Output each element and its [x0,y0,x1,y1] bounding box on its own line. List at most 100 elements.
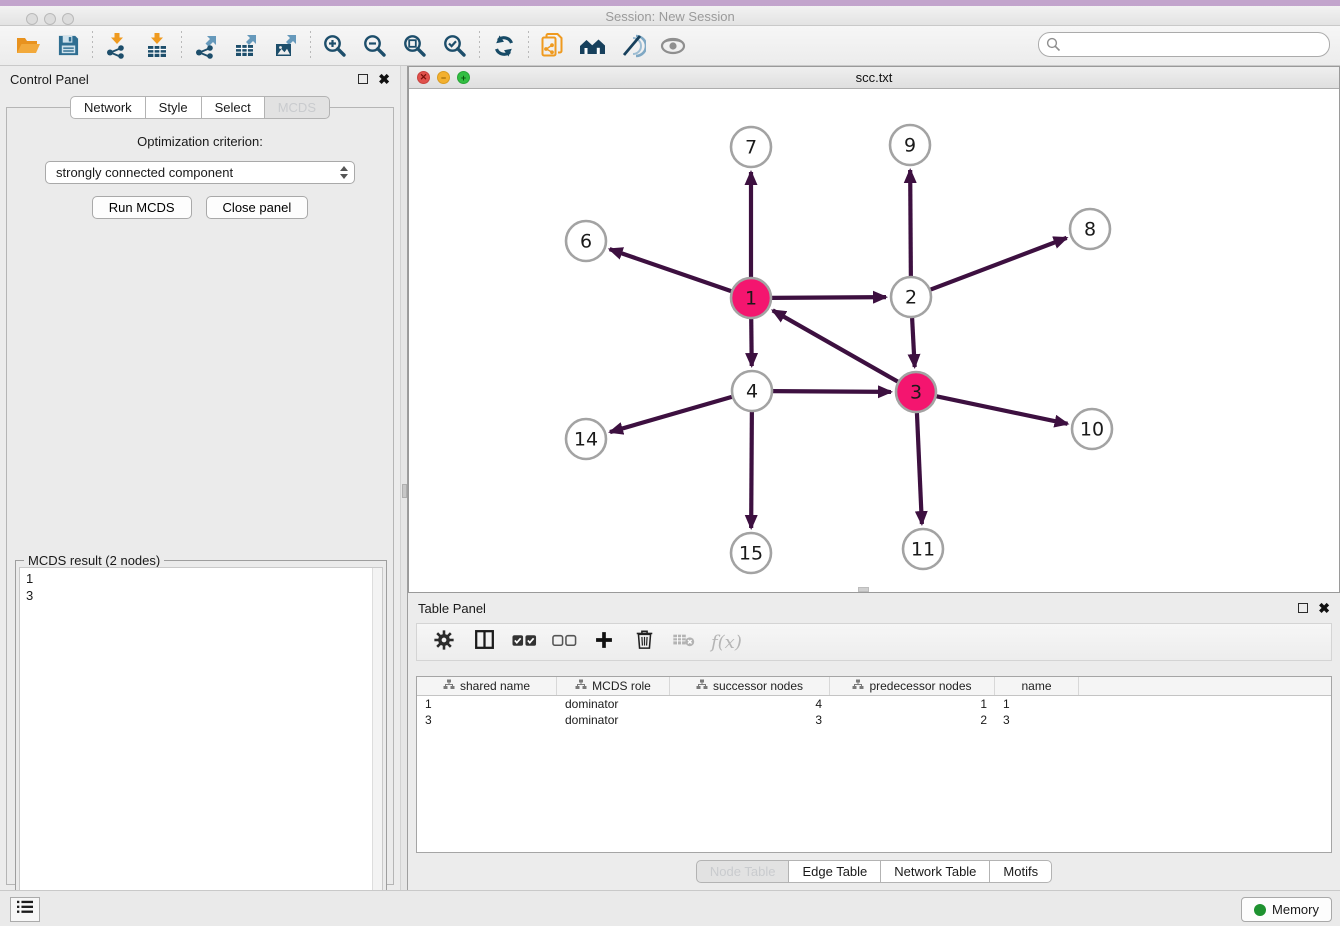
tab-network[interactable]: Network [70,96,146,119]
network-canvas[interactable]: 7968124314101511 [409,89,1339,592]
home-view-button[interactable] [573,29,613,63]
export-network-button[interactable] [186,29,226,63]
mcds-result-group: MCDS result (2 nodes) 1 3 [15,560,387,926]
table-cell[interactable]: 1 [995,696,1079,712]
delete-table-icon [672,632,696,653]
close-panel-button[interactable]: Close panel [206,196,309,219]
export-image-button[interactable] [266,29,306,63]
tab-select[interactable]: Select [201,96,265,119]
column-header-successor-nodes[interactable]: successor nodes [670,677,830,695]
control-panel: Control Panel ✖ NetworkStyleSelectMCDS O… [0,66,400,890]
run-mcds-button[interactable]: Run MCDS [92,196,192,219]
delete-column-button[interactable] [631,629,657,655]
tab-style[interactable]: Style [145,96,202,119]
result-scrollbar[interactable] [372,568,382,926]
table-cell[interactable]: 4 [670,696,830,712]
canvas-resize-handle[interactable] [858,587,869,592]
tab-motifs[interactable]: Motifs [989,860,1052,883]
table-settings-button[interactable] [431,629,457,655]
export-image-icon [273,33,299,59]
graph-edge-1-6[interactable] [610,249,732,291]
table-cell[interactable]: 3 [417,712,557,728]
graph-edge-1-4[interactable] [751,319,752,366]
checked-boxes-icon [512,632,537,653]
hide-graphics-button[interactable] [613,29,653,63]
zoom-in-button[interactable] [315,29,355,63]
delete-table-button[interactable] [671,629,697,655]
node-table: shared nameMCDS rolesuccessor nodesprede… [416,676,1332,853]
tab-mcds[interactable]: MCDS [264,96,330,119]
graph-edge-4-15[interactable] [751,412,752,528]
save-session-button[interactable] [48,29,88,63]
table-cell[interactable]: dominator [557,696,670,712]
graph-node-label: 4 [746,381,758,403]
graph-edge-2-8[interactable] [931,238,1067,290]
graph-edge-2-9[interactable] [910,170,911,276]
graph-edge-3-11[interactable] [917,413,922,524]
hierarchy-icon [575,679,587,693]
toggle-columns-button[interactable] [471,629,497,655]
clone-network-icon [540,33,566,59]
mcds-result-title: MCDS result (2 nodes) [24,553,164,568]
tab-network-table[interactable]: Network Table [880,860,990,883]
graph-node-label: 1 [745,288,757,310]
task-history-button[interactable] [10,897,40,922]
zoom-fit-button[interactable] [395,29,435,63]
column-header-predecessor-nodes[interactable]: predecessor nodes [830,677,995,695]
tab-edge-table[interactable]: Edge Table [788,860,881,883]
search-input[interactable] [1038,32,1330,57]
splitter-handle-icon[interactable] [402,484,407,498]
table-cell[interactable]: 2 [830,712,995,728]
import-table-button[interactable] [137,29,177,63]
control-panel-title: Control Panel [10,72,358,87]
columns-icon [474,629,495,655]
graph-node-label: 9 [904,135,916,157]
table-cell[interactable]: 1 [830,696,995,712]
memory-button[interactable]: Memory [1241,897,1332,922]
graph-edge-1-2[interactable] [772,297,886,298]
close-table-panel-icon[interactable]: ✖ [1318,603,1330,613]
graph-edge-3-10[interactable] [937,396,1068,424]
table-panel: Table Panel ✖ f(x) shared nameMCDS roles… [408,595,1340,890]
table-cell[interactable]: 1 [417,696,557,712]
refresh-button[interactable] [484,29,524,63]
zoom-out-button[interactable] [355,29,395,63]
add-column-button[interactable] [591,629,617,655]
graph-edge-2-3[interactable] [912,318,915,367]
graph-edge-4-3[interactable] [773,391,891,392]
show-graphics-button[interactable] [653,29,693,63]
open-session-button[interactable] [8,29,48,63]
export-table-button[interactable] [226,29,266,63]
select-all-button[interactable] [511,629,537,655]
criterion-select[interactable]: strongly connected component [45,161,355,184]
network-graph: 7968124314101511 [409,89,1339,592]
tab-node-table[interactable]: Node Table [696,860,790,883]
function-builder-button[interactable]: f(x) [711,629,742,655]
import-network-button[interactable] [97,29,137,63]
table-cell[interactable]: 3 [670,712,830,728]
column-header-MCDS-role[interactable]: MCDS role [557,677,670,695]
deselect-all-button[interactable] [551,629,577,655]
zoom-fit-icon [402,33,428,59]
zoom-selected-button[interactable] [435,29,475,63]
column-header-shared-name[interactable]: shared name [417,677,557,695]
float-panel-icon[interactable] [358,74,368,84]
float-table-panel-icon[interactable] [1298,603,1308,613]
close-panel-icon[interactable]: ✖ [378,74,390,84]
table-cell[interactable]: 3 [995,712,1079,728]
export-table-icon [233,33,259,59]
zoom-in-icon [322,33,348,59]
table-row[interactable]: 1dominator411 [417,696,1331,712]
clone-network-button[interactable] [533,29,573,63]
network-window-titlebar[interactable]: ✕ − + scc.txt [409,67,1339,89]
graph-edge-3-1[interactable] [773,310,898,381]
column-header-name[interactable]: name [995,677,1079,695]
mcds-result-list[interactable]: 1 3 [20,568,372,926]
graph-node-label: 3 [910,382,922,404]
graph-edge-4-14[interactable] [610,397,732,432]
node-table-header: shared nameMCDS rolesuccessor nodesprede… [417,677,1331,696]
panel-splitter[interactable] [400,66,408,890]
table-cell[interactable]: dominator [557,712,670,728]
table-row[interactable]: 3dominator323 [417,712,1331,728]
graph-node-label: 7 [745,137,757,159]
